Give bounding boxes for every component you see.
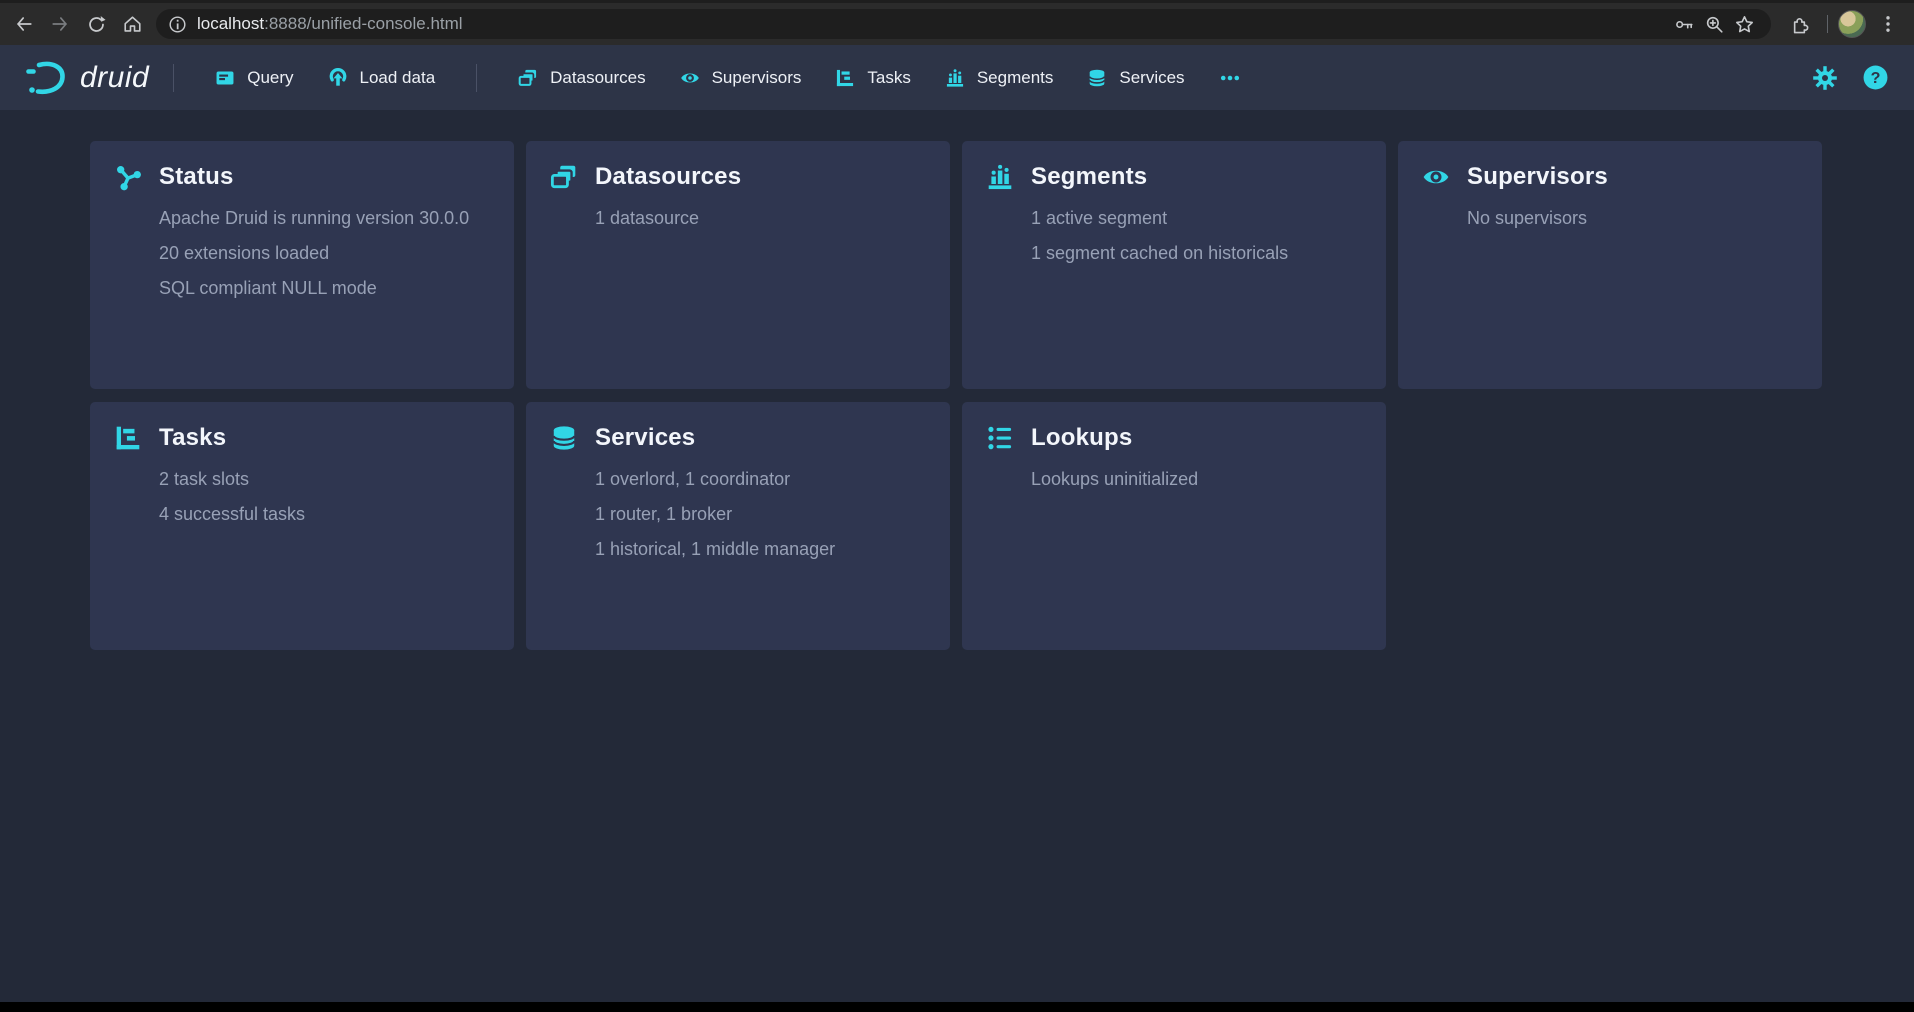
card-line: Apache Druid is running version 30.0.0 bbox=[159, 201, 490, 236]
card-line: 1 segment cached on historicals bbox=[1031, 236, 1362, 271]
extensions-button[interactable] bbox=[1781, 6, 1817, 42]
services-icon bbox=[1087, 68, 1107, 88]
nav-label: Datasources bbox=[550, 68, 645, 88]
site-info-icon bbox=[168, 15, 187, 34]
forward-button[interactable] bbox=[42, 6, 78, 42]
browser-toolbar: localhost:8888/unified-console.html bbox=[0, 0, 1914, 45]
gear-icon bbox=[1812, 65, 1838, 91]
navbar-secondary: Datasources Supervisors Tasks Segments S… bbox=[501, 59, 1257, 97]
nav-label: Supervisors bbox=[712, 68, 802, 88]
navbar-primary: Query Load data bbox=[198, 60, 452, 96]
nav-label: Services bbox=[1119, 68, 1184, 88]
card-line: 1 router, 1 broker bbox=[595, 497, 926, 532]
card-title: Tasks bbox=[159, 424, 226, 452]
tasks-icon bbox=[835, 68, 855, 88]
url-bar[interactable]: localhost:8888/unified-console.html bbox=[156, 9, 1771, 39]
home-button[interactable] bbox=[114, 6, 150, 42]
card-line: 20 extensions loaded bbox=[159, 236, 490, 271]
browser-actions bbox=[1781, 6, 1906, 42]
nav-item-load-data[interactable]: Load data bbox=[311, 60, 453, 96]
druid-logo[interactable]: druid bbox=[24, 58, 149, 98]
tasks-card[interactable]: Tasks 2 task slots 4 successful tasks bbox=[90, 402, 514, 650]
nav-item-supervisors[interactable]: Supervisors bbox=[663, 60, 819, 96]
datasources-card[interactable]: Datasources 1 datasource bbox=[526, 141, 950, 389]
nav-label: Tasks bbox=[867, 68, 910, 88]
back-button[interactable] bbox=[6, 6, 42, 42]
help-icon bbox=[1862, 64, 1889, 91]
key-icon bbox=[1674, 14, 1695, 35]
druid-navbar: druid Query Load data Datasources Superv… bbox=[0, 45, 1914, 110]
card-line: No supervisors bbox=[1467, 201, 1798, 236]
card-title: Supervisors bbox=[1467, 163, 1608, 191]
card-line: 1 active segment bbox=[1031, 201, 1362, 236]
profile-avatar[interactable] bbox=[1838, 10, 1866, 38]
supervisors-card[interactable]: Supervisors No supervisors bbox=[1398, 141, 1822, 389]
card-line: SQL compliant NULL mode bbox=[159, 271, 490, 306]
nav-label: Segments bbox=[977, 68, 1054, 88]
services-icon bbox=[550, 424, 578, 452]
star-icon bbox=[1734, 14, 1755, 35]
nav-item-tasks[interactable]: Tasks bbox=[818, 60, 927, 96]
card-title: Segments bbox=[1031, 163, 1147, 191]
settings-button[interactable] bbox=[1810, 63, 1840, 93]
card-title: Status bbox=[159, 163, 234, 191]
query-icon bbox=[215, 68, 235, 88]
services-card[interactable]: Services 1 overlord, 1 coordinator 1 rou… bbox=[526, 402, 950, 650]
status-card-grid: Status Apache Druid is running version 3… bbox=[90, 141, 1914, 650]
card-line: 1 datasource bbox=[595, 201, 926, 236]
nav-label: Load data bbox=[360, 68, 436, 88]
kebab-menu-icon bbox=[1878, 14, 1898, 34]
browser-menu-button[interactable] bbox=[1870, 6, 1906, 42]
back-icon bbox=[13, 13, 35, 35]
card-line: 1 overlord, 1 coordinator bbox=[595, 462, 926, 497]
nav-item-query[interactable]: Query bbox=[198, 60, 310, 96]
zoom-page-button[interactable] bbox=[1699, 9, 1729, 39]
card-line: Lookups uninitialized bbox=[1031, 462, 1362, 497]
card-title: Services bbox=[595, 424, 695, 452]
reload-button[interactable] bbox=[78, 6, 114, 42]
segments-icon bbox=[986, 163, 1014, 191]
segments-icon bbox=[945, 68, 965, 88]
more-icon bbox=[1219, 67, 1241, 89]
nav-item-services[interactable]: Services bbox=[1070, 60, 1201, 96]
bookmark-button[interactable] bbox=[1729, 9, 1759, 39]
datasources-icon bbox=[550, 163, 578, 191]
lookups-icon bbox=[986, 424, 1014, 452]
load-data-icon bbox=[328, 68, 348, 88]
druid-logo-icon bbox=[24, 58, 70, 98]
nav-item-segments[interactable]: Segments bbox=[928, 60, 1071, 96]
lookups-card[interactable]: Lookups Lookups uninitialized bbox=[962, 402, 1386, 650]
nav-item-more[interactable] bbox=[1202, 59, 1258, 97]
reload-icon bbox=[86, 14, 107, 35]
card-line: 2 task slots bbox=[159, 462, 490, 497]
supervisors-icon bbox=[1422, 163, 1450, 191]
supervisors-icon bbox=[680, 68, 700, 88]
card-line: 4 successful tasks bbox=[159, 497, 490, 532]
card-title: Datasources bbox=[595, 163, 741, 191]
password-manager-button[interactable] bbox=[1669, 9, 1699, 39]
url-text: localhost:8888/unified-console.html bbox=[197, 14, 463, 34]
nav-item-datasources[interactable]: Datasources bbox=[501, 60, 662, 96]
bottom-edge bbox=[0, 1002, 1914, 1012]
card-line: 1 historical, 1 middle manager bbox=[595, 532, 926, 567]
help-button[interactable] bbox=[1860, 63, 1890, 93]
forward-icon bbox=[49, 13, 71, 35]
druid-logo-text: druid bbox=[80, 61, 149, 95]
status-icon bbox=[114, 163, 142, 191]
home-view: Status Apache Druid is running version 3… bbox=[0, 110, 1914, 1002]
segments-card[interactable]: Segments 1 active segment 1 segment cach… bbox=[962, 141, 1386, 389]
datasources-icon bbox=[518, 68, 538, 88]
magnifier-plus-icon bbox=[1704, 14, 1725, 35]
navbar-divider bbox=[476, 64, 477, 92]
tasks-icon bbox=[114, 424, 142, 452]
puzzle-icon bbox=[1789, 14, 1810, 35]
navbar-divider bbox=[173, 64, 174, 92]
nav-label: Query bbox=[247, 68, 293, 88]
navbar-right bbox=[1810, 63, 1890, 93]
status-card[interactable]: Status Apache Druid is running version 3… bbox=[90, 141, 514, 389]
home-icon bbox=[122, 14, 143, 35]
toolbar-divider bbox=[1827, 15, 1828, 33]
card-title: Lookups bbox=[1031, 424, 1132, 452]
